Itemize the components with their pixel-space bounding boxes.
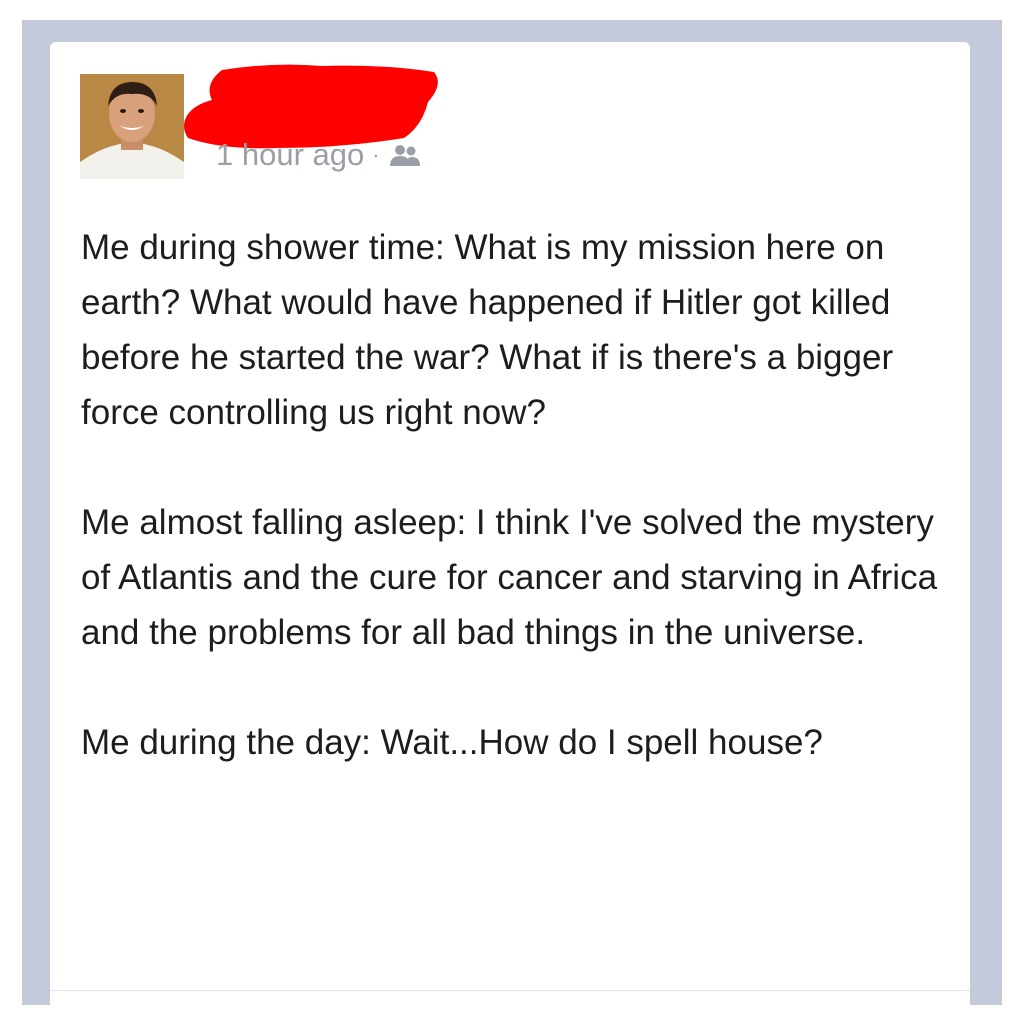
- post-timestamp[interactable]: 1 hour ago: [216, 137, 364, 173]
- meta-separator: ·: [372, 142, 380, 167]
- post-paragraph: Me during shower time: What is my missio…: [81, 228, 894, 432]
- post-body: Me during shower time: What is my missio…: [81, 220, 961, 825]
- friends-icon[interactable]: [388, 142, 422, 168]
- post-card: 1 hour ago · Me during shower time: What…: [50, 42, 970, 1022]
- post-paragraph: Me almost falling asleep: I think I've s…: [81, 503, 938, 652]
- post-paragraph: Me during the day: Wait...How do I spell…: [81, 723, 823, 762]
- post-meta: 1 hour ago ·: [216, 137, 422, 173]
- card-divider: [50, 990, 970, 991]
- profile-photo: [80, 74, 184, 179]
- avatar[interactable]: [80, 74, 184, 179]
